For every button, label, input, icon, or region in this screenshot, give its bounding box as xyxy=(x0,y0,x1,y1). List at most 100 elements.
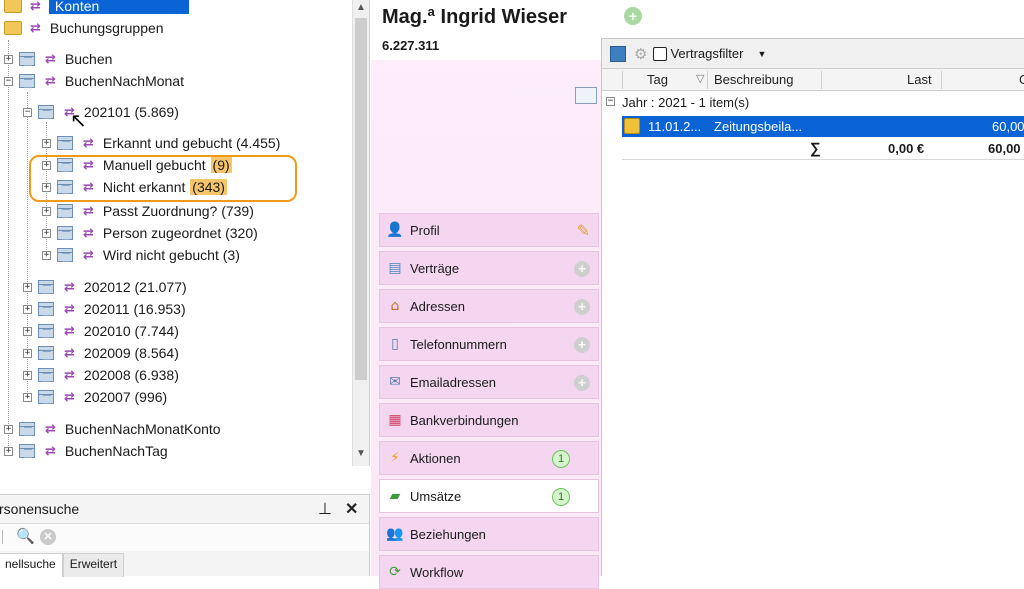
grid-icon xyxy=(38,368,54,382)
grid-icon xyxy=(57,180,73,194)
expand-icon[interactable]: + xyxy=(42,182,51,192)
expand-icon[interactable]: + xyxy=(23,282,32,292)
search-tabs: nellsuche Erweitert xyxy=(0,553,125,577)
export-icon[interactable] xyxy=(610,45,626,62)
add-icon[interactable]: + xyxy=(574,337,590,353)
group-icon: ⇄ xyxy=(64,389,75,405)
tree-item-buchennachmonatkonto[interactable]: + ⇄ BuchenNachMonatKonto xyxy=(4,419,222,439)
menu-aktionen[interactable]: ⚡ Aktionen 1 xyxy=(379,441,599,475)
tree-item-konten[interactable]: ⇄ Konten xyxy=(4,0,189,16)
expand-icon[interactable]: + xyxy=(23,326,32,336)
sum-g: 60,00 xyxy=(988,141,1021,156)
tree-item-202008[interactable]: + ⇄ 202008 (6.938) xyxy=(23,365,180,385)
vertragsfilter-label: Vertragsfilter xyxy=(670,46,744,61)
dropdown-arrow-icon[interactable]: ▼ xyxy=(757,49,766,59)
group-row[interactable]: − Jahr : 2021 - 1 item(s) xyxy=(602,92,1024,114)
cell-tag: 11.01.2... xyxy=(648,119,702,134)
vertragsfilter-checkbox[interactable] xyxy=(653,46,668,61)
close-icon[interactable]: ✕ xyxy=(345,499,358,519)
add-icon[interactable]: + xyxy=(574,375,590,391)
menu-beziehungen[interactable]: 👥 Beziehungen xyxy=(379,517,599,551)
tree-item-nicht-erkannt[interactable]: + ⇄ Nicht erkannt (343) xyxy=(42,177,227,197)
tree-scrollbar[interactable]: ▲ ▼ xyxy=(352,0,369,466)
tree-item-buchungsgruppen[interactable]: ⇄ Buchungsgruppen xyxy=(4,18,165,38)
expand-icon[interactable]: + xyxy=(4,424,13,434)
scroll-thumb[interactable] xyxy=(355,18,367,380)
tree-item-202010[interactable]: + ⇄ 202010 (7.744) xyxy=(23,321,180,341)
grid-icon xyxy=(38,346,54,360)
add-icon[interactable]: + xyxy=(624,7,642,25)
filter-icon[interactable]: ▽ xyxy=(696,72,704,85)
tree-item-202012[interactable]: + ⇄ 202012 (21.077) xyxy=(23,277,188,297)
tab-schnellsuche[interactable]: nellsuche xyxy=(0,553,63,577)
tree-item-wird-nicht-gebucht[interactable]: + ⇄ Wird nicht gebucht (3) xyxy=(42,245,241,265)
expand-icon[interactable]: + xyxy=(42,228,51,238)
menu-emailadressen[interactable]: ✉ Emailadressen + xyxy=(379,365,599,399)
collapse-icon[interactable]: − xyxy=(606,97,615,106)
group-icon: ⇄ xyxy=(45,421,56,437)
column-header-last[interactable]: Last xyxy=(907,72,932,87)
expand-icon[interactable]: + xyxy=(23,370,32,380)
coins-icon xyxy=(624,118,640,134)
card-view-icon[interactable] xyxy=(575,87,597,104)
person-icon: 👤 xyxy=(386,222,404,238)
search-icon[interactable]: 🔍 xyxy=(16,527,35,545)
expand-icon[interactable]: + xyxy=(42,160,51,170)
scroll-down-icon[interactable]: ▼ xyxy=(356,448,366,459)
tree-item-person-zugeordnet[interactable]: + ⇄ Person zugeordnet (320) xyxy=(42,223,259,243)
expand-icon[interactable]: + xyxy=(4,446,13,456)
table-row[interactable]: 11.01.2... Zeitungsbeila... 60,00 xyxy=(622,116,1024,137)
expand-icon[interactable]: + xyxy=(23,392,32,402)
search-toolbar: 🔍 ✕ xyxy=(0,523,369,551)
menu-bankverbindungen[interactable]: ▦ Bankverbindungen xyxy=(379,403,599,437)
column-header-g[interactable]: G xyxy=(1019,72,1024,87)
tree-item-202009[interactable]: + ⇄ 202009 (8.564) xyxy=(23,343,180,363)
expand-icon[interactable]: + xyxy=(42,206,51,216)
grid-icon xyxy=(38,390,54,404)
tree-item-202011[interactable]: + ⇄ 202011 (16.953) xyxy=(23,299,187,319)
menu-workflow[interactable]: ⟳ Workflow xyxy=(379,555,599,589)
pin-icon[interactable]: ⊥ xyxy=(318,499,332,519)
column-header-tag[interactable]: Tag xyxy=(647,72,668,87)
menu-telefonnummern[interactable]: ▯ Telefonnummern + xyxy=(379,327,599,361)
tree-item-buchennachtag[interactable]: + ⇄ BuchenNachTag xyxy=(4,441,169,461)
expand-icon[interactable]: + xyxy=(23,348,32,358)
grid-icon xyxy=(19,444,35,458)
menu-profil[interactable]: 👤 Profil ✎ xyxy=(379,213,599,247)
contract-icon: ▤ xyxy=(388,260,402,276)
collapse-icon[interactable]: − xyxy=(23,107,32,117)
panel-header: rsonensuche ⊥ ✕ xyxy=(0,495,369,523)
menu-adressen[interactable]: ⌂ Adressen + xyxy=(379,289,599,323)
house-icon: ⌂ xyxy=(390,298,400,314)
add-icon[interactable]: + xyxy=(574,261,590,277)
tree-item-erkannt-und-gebucht[interactable]: + ⇄ Erkannt und gebucht (4.455) xyxy=(42,133,281,153)
tree-item-202101[interactable]: − ⇄ 202101 (5.869) xyxy=(23,102,180,122)
add-icon[interactable]: + xyxy=(574,299,590,315)
expand-icon[interactable]: + xyxy=(42,250,51,260)
group-icon: ⇄ xyxy=(83,225,94,241)
refresh-icon[interactable]: ⚙ xyxy=(634,45,647,63)
pencil-icon[interactable]: ✎ xyxy=(577,221,590,240)
tree-item-buchennachmonat[interactable]: − ⇄ BuchenNachMonat xyxy=(4,71,185,91)
people-icon: 👥 xyxy=(386,526,404,542)
grid-icon xyxy=(19,422,35,436)
person-name: Mag.ª Ingrid Wieser xyxy=(382,6,568,28)
menu-umsaetze[interactable]: ▰ Umsätze 1 xyxy=(379,479,599,513)
tree-item-202007[interactable]: + ⇄ 202007 (996) xyxy=(23,387,168,407)
menu-vertraege[interactable]: ▤ Verträge + xyxy=(379,251,599,285)
tree-item-manuell-gebucht[interactable]: + ⇄ Manuell gebucht (9) xyxy=(42,155,232,175)
tab-erweitert[interactable]: Erweitert xyxy=(62,553,125,577)
scroll-up-icon[interactable]: ▲ xyxy=(356,2,366,13)
grid-icon xyxy=(19,74,35,88)
expand-icon[interactable]: + xyxy=(42,138,51,148)
expand-icon[interactable]: + xyxy=(23,304,32,314)
tree-item-passt-zuordnung[interactable]: + ⇄ Passt Zuordnung? (739) xyxy=(42,201,255,221)
group-icon: ⇄ xyxy=(45,73,56,89)
column-header-beschreibung[interactable]: Beschreibung xyxy=(714,72,794,87)
tree-item-buchen[interactable]: + ⇄ Buchen xyxy=(4,49,113,69)
group-icon: ⇄ xyxy=(83,157,94,173)
expand-icon[interactable]: + xyxy=(4,54,13,64)
count-highlight: (343) xyxy=(190,179,227,195)
collapse-icon[interactable]: − xyxy=(4,76,13,86)
clear-icon[interactable]: ✕ xyxy=(40,529,56,545)
